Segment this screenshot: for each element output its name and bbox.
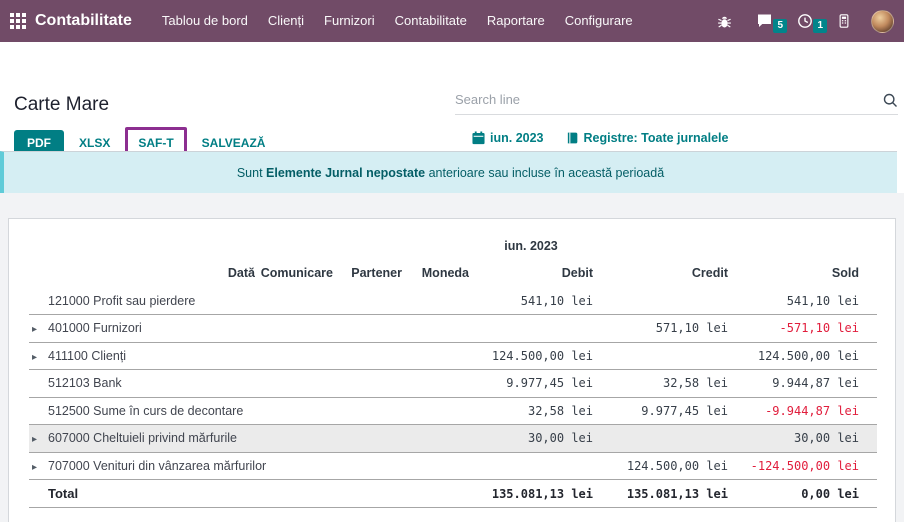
total-label: Total [48, 480, 469, 508]
nav-systray: 5 1 [705, 0, 898, 42]
page-title: Carte Mare [14, 94, 109, 116]
filter-row-1: iun. 2023 Registre: Toate jurnalele [472, 131, 728, 145]
col-header-date: Dată [48, 261, 255, 287]
journal-book-icon [566, 131, 579, 145]
activities-clock-icon[interactable]: 1 [785, 13, 825, 29]
account-row[interactable]: ▸ 411100 Clienți 124.500,00 lei 124.500,… [29, 342, 877, 370]
debit-cell: 541,10 lei [469, 287, 593, 315]
account-row[interactable]: 512103 Bank 9.977,45 lei 32,58 lei 9.944… [29, 370, 877, 398]
filter-journals[interactable]: Registre: Toate jurnalele [566, 131, 729, 145]
bug-icon[interactable] [705, 14, 744, 29]
total-row: Total 135.081,13 lei 135.081,13 lei 0,00… [29, 480, 877, 508]
period-header: iun. 2023 [469, 239, 593, 261]
credit-cell: 32,58 lei [593, 370, 728, 398]
app-name[interactable]: Contabilitate [35, 12, 132, 30]
unposted-entries-link[interactable]: Elemente Jurnal nepostate [266, 166, 425, 180]
col-header-debit: Debit [469, 261, 593, 287]
balance-cell: 541,10 lei [728, 287, 859, 315]
expand-caret-icon[interactable]: ▸ [32, 434, 37, 445]
nav-item-dashboard[interactable]: Tablou de bord [152, 0, 258, 42]
apps-grid-icon[interactable] [10, 13, 26, 29]
account-row[interactable]: 121000 Profit sau pierdere 541,10 lei 54… [29, 287, 877, 315]
nav-item-configuration[interactable]: Configurare [555, 0, 643, 42]
credit-cell: 571,10 lei [593, 315, 728, 343]
credit-cell [593, 342, 728, 370]
balance-cell: -124.500,00 lei [728, 452, 859, 480]
col-header-credit: Credit [593, 261, 728, 287]
account-name[interactable]: 512103 Bank [48, 370, 469, 398]
debit-cell [469, 452, 593, 480]
banner-text-prefix: Sunt [237, 166, 266, 180]
unposted-entries-banner: Sunt Elemente Jurnal nepostate anterioar… [0, 151, 897, 193]
expand-caret-icon[interactable]: ▸ [32, 462, 37, 473]
ledger-table-footer: Total 135.081,13 lei 135.081,13 lei 0,00… [29, 480, 877, 508]
account-row[interactable]: ▸ 607000 Cheltuieli privind mărfurile 30… [29, 425, 877, 453]
nav-item-customers[interactable]: Clienți [258, 0, 314, 42]
ledger-table-head: iun. 2023 Dată Comunicare Partener Moned… [29, 239, 877, 287]
column-header-row: Dată Comunicare Partener Moneda Debit Cr… [29, 261, 877, 287]
nav-item-vendors[interactable]: Furnizori [314, 0, 385, 42]
col-header-communication: Comunicare [255, 261, 333, 287]
banner-text-suffix: anterioare sau incluse în această perioa… [425, 166, 664, 180]
total-debit: 135.081,13 lei [469, 480, 593, 508]
total-balance: 0,00 lei [728, 480, 859, 508]
nav-menu: Tablou de bord Clienți Furnizori Contabi… [152, 0, 643, 42]
filter-period[interactable]: iun. 2023 [472, 131, 544, 145]
report-content-area: iun. 2023 Dată Comunicare Partener Moned… [0, 193, 904, 522]
account-name[interactable]: 121000 Profit sau pierdere [48, 287, 469, 315]
expand-caret-icon[interactable]: ▸ [32, 352, 37, 363]
ledger-card: iun. 2023 Dată Comunicare Partener Moned… [8, 218, 896, 522]
user-avatar[interactable] [871, 10, 894, 33]
ledger-table: iun. 2023 Dată Comunicare Partener Moned… [29, 239, 877, 508]
search-icon[interactable] [883, 93, 898, 113]
credit-cell [593, 425, 728, 453]
debit-cell [469, 315, 593, 343]
debit-cell: 9.977,45 lei [469, 370, 593, 398]
mobile-device-icon[interactable] [825, 13, 863, 29]
balance-cell: 124.500,00 lei [728, 342, 859, 370]
credit-cell: 9.977,45 lei [593, 397, 728, 425]
control-panel: Carte Mare PDF XLSX SAF-T SALVEAZĂ iun. … [0, 42, 904, 151]
nav-item-reporting[interactable]: Raportare [477, 0, 555, 42]
total-credit: 135.081,13 lei [593, 480, 728, 508]
credit-cell [593, 287, 728, 315]
account-name[interactable]: 411100 Clienți [48, 342, 469, 370]
account-row[interactable]: 512500 Sume în curs de decontare 32,58 l… [29, 397, 877, 425]
saft-button[interactable]: SAF-T [134, 133, 177, 153]
account-name[interactable]: 707000 Venituri din vânzarea mărfurilor [48, 452, 469, 480]
col-header-partner: Partener [333, 261, 402, 287]
account-name[interactable]: 401000 Furnizori [48, 315, 469, 343]
calendar-icon [472, 131, 485, 145]
expand-caret-icon[interactable]: ▸ [32, 324, 37, 335]
search-input[interactable] [455, 90, 875, 107]
account-row[interactable]: ▸ 707000 Venituri din vânzarea mărfurilo… [29, 452, 877, 480]
debit-cell: 30,00 lei [469, 425, 593, 453]
col-header-balance: Sold [728, 261, 859, 287]
account-row[interactable]: ▸ 401000 Furnizori 571,10 lei -571,10 le… [29, 315, 877, 343]
period-header-row: iun. 2023 [29, 239, 877, 261]
col-header-currency: Moneda [402, 261, 469, 287]
messages-icon[interactable]: 5 [744, 13, 785, 29]
nav-item-accounting[interactable]: Contabilitate [385, 0, 477, 42]
search-bar [455, 90, 898, 115]
balance-cell: -571,10 lei [728, 315, 859, 343]
debit-cell: 32,58 lei [469, 397, 593, 425]
balance-cell: -9.944,87 lei [728, 397, 859, 425]
top-nav-bar: Contabilitate Tablou de bord Clienți Fur… [0, 0, 904, 42]
credit-cell: 124.500,00 lei [593, 452, 728, 480]
account-name[interactable]: 512500 Sume în curs de decontare [48, 397, 469, 425]
balance-cell: 9.944,87 lei [728, 370, 859, 398]
balance-cell: 30,00 lei [728, 425, 859, 453]
account-name[interactable]: 607000 Cheltuieli privind mărfurile [48, 425, 469, 453]
debit-cell: 124.500,00 lei [469, 342, 593, 370]
ledger-table-body: 121000 Profit sau pierdere 541,10 lei 54… [29, 287, 877, 480]
